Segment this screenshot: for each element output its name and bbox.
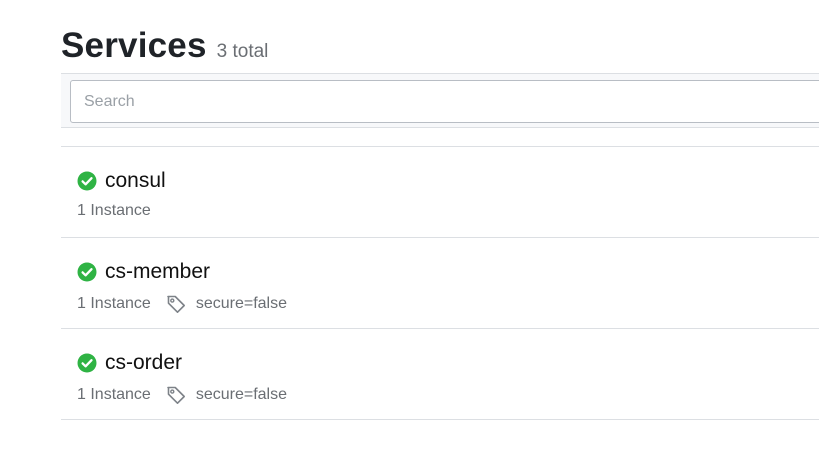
service-row-consul[interactable]: consul 1 Instance [61,147,819,238]
service-row-header: cs-order [77,351,182,375]
service-tag: secure=false [195,386,287,403]
service-row-cs-order[interactable]: cs-order 1 Instance secure=false [61,329,819,420]
instance-count: 1 Instance [77,295,151,312]
services-page: Services 3 total consul 1 Instance [0,0,819,467]
page-header: Services 3 total [61,26,268,66]
service-meta: 1 Instance secure=false [77,293,287,315]
page-title: Services [61,26,207,65]
service-tag: secure=false [195,295,287,312]
service-name[interactable]: cs-member [105,260,210,284]
tag-icon [167,386,185,404]
instance-count: 1 Instance [77,202,151,219]
service-row-header: consul [77,169,166,193]
service-name[interactable]: cs-order [105,351,182,375]
instance-count: 1 Instance [77,386,151,403]
check-circle-icon [77,171,97,191]
service-meta: 1 Instance [77,202,151,220]
filter-bar [61,73,819,128]
service-row-cs-member[interactable]: cs-member 1 Instance secure=false [61,238,819,329]
check-circle-icon [77,353,97,373]
service-count: 3 total [216,41,269,62]
tag-icon [167,295,185,313]
service-name[interactable]: consul [105,169,166,193]
service-list: consul 1 Instance cs-member 1 Instance s… [61,146,819,420]
service-row-header: cs-member [77,260,210,284]
check-circle-icon [77,262,97,282]
search-input[interactable] [70,80,819,123]
service-meta: 1 Instance secure=false [77,384,287,406]
